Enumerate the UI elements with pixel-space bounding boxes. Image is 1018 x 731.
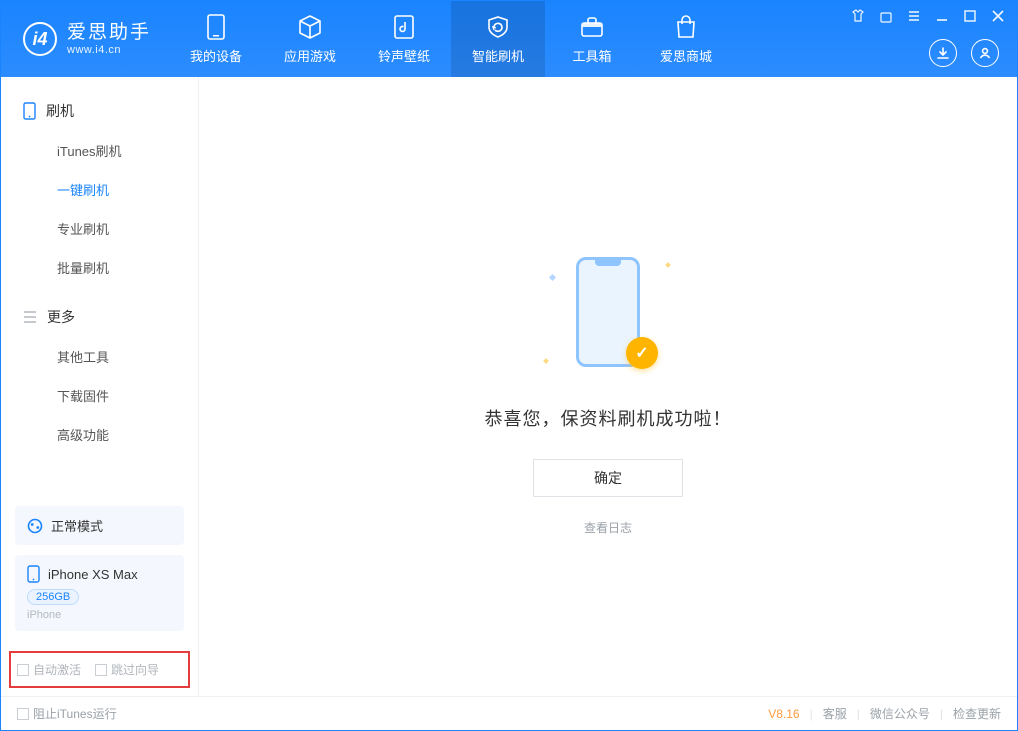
success-illustration: ✓ xyxy=(528,237,688,387)
shirt-icon[interactable] xyxy=(851,9,865,23)
list-icon xyxy=(23,311,37,323)
checkbox-skip-guide[interactable]: 跳过向导 xyxy=(95,661,159,678)
footer-bar: 阻止iTunes运行 V8.16 | 客服 | 微信公众号 | 检查更新 xyxy=(1,696,1017,730)
nav-apps[interactable]: 应用游戏 xyxy=(263,1,357,77)
sidebar-item-other-tools[interactable]: 其他工具 xyxy=(1,337,198,376)
sidebar-item-one-click-flash[interactable]: 一键刷机 xyxy=(1,170,198,209)
device-icon xyxy=(203,14,229,40)
nav-ringtones[interactable]: 铃声壁纸 xyxy=(357,1,451,77)
check-icon: ✓ xyxy=(626,337,658,369)
version-label: V8.16 xyxy=(768,707,799,721)
mode-card[interactable]: 正常模式 xyxy=(15,506,184,545)
nav-store[interactable]: 爱思商城 xyxy=(639,1,733,77)
lock-icon[interactable] xyxy=(879,9,893,23)
device-icon xyxy=(27,565,40,583)
options-box: 自动激活 跳过向导 xyxy=(9,651,190,688)
footer-link-support[interactable]: 客服 xyxy=(823,705,847,722)
music-file-icon xyxy=(391,14,417,40)
success-message: 恭喜您，保资料刷机成功啦！ xyxy=(485,405,732,431)
device-model: iPhone XS Max xyxy=(48,567,138,582)
bag-icon xyxy=(673,14,699,40)
checkbox-block-itunes[interactable]: 阻止iTunes运行 xyxy=(17,705,117,722)
toolbox-icon xyxy=(579,14,605,40)
main-content: ✓ 恭喜您，保资料刷机成功啦！ 确定 查看日志 xyxy=(199,77,1017,696)
storage-badge: 256GB xyxy=(27,589,79,605)
mode-icon xyxy=(27,518,43,534)
logo: i4 爱思助手 www.i4.cn xyxy=(1,1,169,77)
phone-icon xyxy=(23,102,36,120)
maximize-button[interactable] xyxy=(963,9,977,23)
sidebar-item-pro-flash[interactable]: 专业刷机 xyxy=(1,209,198,248)
account-button[interactable] xyxy=(971,39,999,67)
sidebar-item-batch-flash[interactable]: 批量刷机 xyxy=(1,248,198,287)
device-type: iPhone xyxy=(27,609,172,621)
sidebar-item-advanced[interactable]: 高级功能 xyxy=(1,415,198,454)
header-circle-buttons xyxy=(929,39,999,67)
cube-icon xyxy=(297,14,323,40)
window-controls xyxy=(851,9,1005,23)
menu-icon[interactable] xyxy=(907,9,921,23)
header-bar: i4 爱思助手 www.i4.cn 我的设备 应用游戏 铃声壁纸 智能刷机 工具… xyxy=(1,1,1017,77)
ok-button[interactable]: 确定 xyxy=(533,459,683,497)
nav-my-device[interactable]: 我的设备 xyxy=(169,1,263,77)
logo-icon: i4 xyxy=(23,22,57,56)
top-nav: 我的设备 应用游戏 铃声壁纸 智能刷机 工具箱 爱思商城 xyxy=(169,1,733,77)
sidebar-item-itunes-flash[interactable]: iTunes刷机 xyxy=(1,131,198,170)
sidebar: 刷机 iTunes刷机 一键刷机 专业刷机 批量刷机 更多 其他工具 下载固件 … xyxy=(1,77,199,696)
sidebar-group-flash: 刷机 xyxy=(1,91,198,131)
nav-toolbox[interactable]: 工具箱 xyxy=(545,1,639,77)
checkbox-auto-activate[interactable]: 自动激活 xyxy=(17,661,81,678)
refresh-shield-icon xyxy=(485,14,511,40)
download-button[interactable] xyxy=(929,39,957,67)
sidebar-group-more: 更多 xyxy=(1,297,198,337)
close-button[interactable] xyxy=(991,9,1005,23)
app-name: 爱思助手 xyxy=(67,22,151,44)
footer-link-wechat[interactable]: 微信公众号 xyxy=(870,705,930,722)
device-card[interactable]: iPhone XS Max 256GB iPhone xyxy=(15,555,184,631)
minimize-button[interactable] xyxy=(935,9,949,23)
footer-link-update[interactable]: 检查更新 xyxy=(953,705,1001,722)
sidebar-item-download-firmware[interactable]: 下载固件 xyxy=(1,376,198,415)
view-log-link[interactable]: 查看日志 xyxy=(584,519,632,536)
nav-flash[interactable]: 智能刷机 xyxy=(451,1,545,77)
mode-label: 正常模式 xyxy=(51,516,103,535)
app-site: www.i4.cn xyxy=(67,44,151,57)
